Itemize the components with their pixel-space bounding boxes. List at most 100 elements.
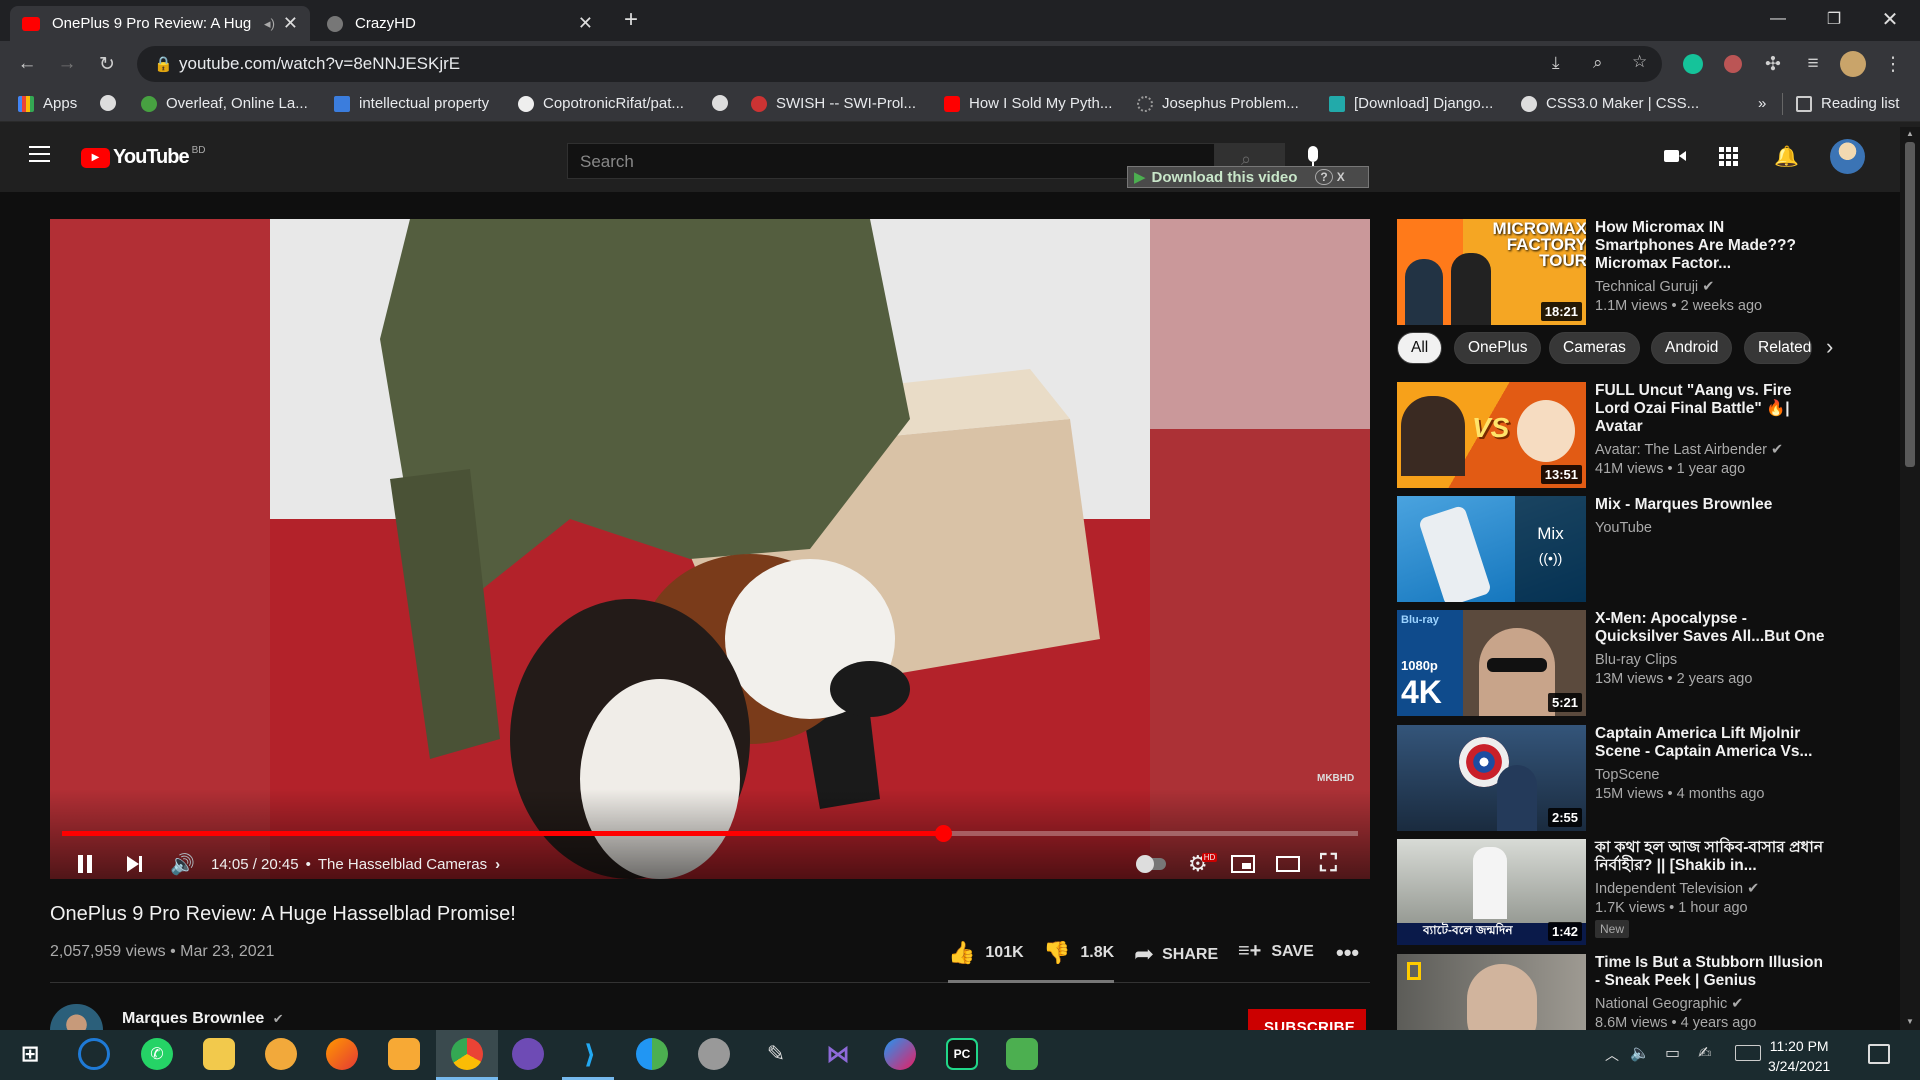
channel-avatar[interactable] (50, 1004, 103, 1030)
mix-playlist-item[interactable]: Mix ((•)) Mix - Marques Brownlee YouTube (1397, 496, 1827, 602)
firefox-icon[interactable] (326, 1038, 358, 1070)
app-icon[interactable] (1006, 1038, 1038, 1070)
system-clock[interactable]: 11:20 PM 3/24/2021 (1768, 1036, 1830, 1076)
channel-name[interactable]: Marques Brownlee ✔ (122, 1010, 284, 1028)
notifications-bell-icon[interactable]: 🔔 (1774, 144, 1799, 169)
chips-next-chevron-icon[interactable]: › (1826, 334, 1833, 360)
app-icon[interactable] (698, 1038, 730, 1070)
video-thumbnail[interactable]: ব্যাটে-বলে জন্মদিন 1:42 (1397, 839, 1586, 945)
chip-all[interactable]: All (1397, 332, 1443, 364)
page-scrollbar[interactable]: ▲ ▼ (1900, 127, 1920, 1030)
chrome-icon[interactable] (451, 1038, 483, 1070)
recommendation-item[interactable]: Time Is But a Stubborn Illusion - Sneak … (1397, 954, 1827, 1030)
reading-list-button[interactable]: Reading list (1796, 95, 1899, 112)
chip-oneplus[interactable]: OnePlus (1454, 332, 1542, 364)
close-tab-icon[interactable]: ✕ (283, 13, 298, 34)
channel-name[interactable]: YouTube (1595, 520, 1827, 536)
share-button[interactable]: ➦ SHARE (1134, 940, 1218, 969)
volume-icon[interactable]: 🔊 (170, 846, 195, 879)
channel-row[interactable]: Avatar: The Last Airbender ✔ (1595, 442, 1827, 458)
video-thumbnail[interactable]: Mix ((•)) (1397, 496, 1586, 602)
bookmark-globe[interactable] (100, 95, 125, 111)
close-tab-icon[interactable]: ✕ (578, 13, 593, 34)
search-input[interactable]: Search (567, 143, 1215, 179)
back-icon[interactable]: ← (14, 51, 40, 77)
bookmark-star-icon[interactable]: ☆ (1632, 52, 1647, 72)
video-thumbnail[interactable]: MICROMAX FACTORY TOUR 18:21 (1397, 219, 1586, 325)
video-title[interactable]: Mix - Marques Brownlee (1595, 496, 1827, 514)
bookmark-css[interactable]: CSS3.0 Maker | CSS... (1521, 95, 1699, 112)
bookmark-overleaf[interactable]: Overleaf, Online La... (141, 95, 308, 112)
visual-studio-icon[interactable]: ⋈ (822, 1038, 854, 1070)
account-avatar[interactable] (1830, 139, 1865, 174)
scroll-down-icon[interactable]: ▼ (1906, 1017, 1914, 1026)
windows-start-icon[interactable]: ⊞ (14, 1038, 46, 1070)
recommendation-item[interactable]: MICROMAX FACTORY TOUR 18:21 How Micromax… (1397, 219, 1827, 325)
channel-row[interactable]: Technical Guruji ✔ (1595, 279, 1827, 295)
scrollbar-thumb[interactable] (1905, 142, 1915, 467)
app-icon[interactable]: ✎ (760, 1038, 792, 1070)
settings-gear-icon[interactable]: ⚙ HD (1188, 846, 1218, 879)
extension-icon[interactable] (1724, 55, 1742, 73)
chrome-menu-icon[interactable]: ⋮ (1880, 51, 1906, 77)
restore-icon[interactable]: ❐ (1806, 0, 1862, 38)
extensions-puzzle-icon[interactable]: ✣ (1760, 51, 1786, 77)
bookmark-github[interactable]: CopotronicRifat/pat... (518, 95, 684, 112)
app-icon[interactable] (388, 1038, 420, 1070)
chapter-title[interactable]: The Hasselblad Cameras (318, 856, 487, 873)
audio-playing-icon[interactable]: ◂) (264, 16, 275, 32)
video-thumbnail[interactable]: 2:55 (1397, 725, 1586, 831)
whatsapp-icon[interactable]: ✆ (141, 1038, 173, 1070)
video-title[interactable]: How Micromax IN Smartphones Are Made??? … (1595, 219, 1827, 273)
bookmark-josephus[interactable]: Josephus Problem... (1137, 95, 1299, 112)
download-help-icon[interactable]: ? (1315, 169, 1333, 185)
bookmark-globe-2[interactable] (712, 95, 737, 111)
video-title[interactable]: কা কথা হল আজ সাকিব-বাসার প্রধান নির্বাহী… (1595, 839, 1827, 875)
close-window-icon[interactable]: ✕ (1862, 0, 1918, 38)
autoplay-toggle[interactable] (1136, 846, 1166, 879)
channel-name[interactable]: Blu-ray Clips (1595, 652, 1827, 668)
norton-icon[interactable] (265, 1038, 297, 1070)
show-hidden-icons-chevron-icon[interactable]: ︿ (1605, 1045, 1619, 1065)
dislike-button[interactable]: 👎 1.8K (1043, 940, 1114, 966)
chip-cameras[interactable]: Cameras (1549, 332, 1640, 364)
pause-button[interactable] (78, 846, 92, 879)
channel-name[interactable]: TopScene (1595, 767, 1827, 783)
github-desktop-icon[interactable] (512, 1038, 544, 1070)
bookmark-django[interactable]: [Download] Django... (1329, 95, 1493, 112)
apps-icon[interactable] (1719, 147, 1738, 166)
video-title[interactable]: Captain America Lift Mjolnir Scene - Cap… (1595, 725, 1827, 761)
recommendation-item[interactable]: Blu-ray 1080p 4K 5:21 X-Men: Apocalypse … (1397, 610, 1827, 716)
save-button[interactable]: ≡+ SAVE (1238, 940, 1314, 963)
bookmarks-overflow[interactable]: » (1758, 95, 1766, 112)
download-close-icon[interactable]: X (1337, 170, 1345, 184)
bookmark-apps[interactable]: Apps (18, 95, 77, 112)
fullscreen-icon[interactable]: ⛶ (1320, 846, 1337, 879)
notifications-center-icon[interactable] (1868, 1044, 1890, 1064)
tab-crazyhd[interactable]: CrazyHD ✕ (315, 6, 605, 41)
tab-onplus-review[interactable]: OnePlus 9 Pro Review: A Hug ◂) ✕ (10, 6, 310, 41)
create-video-icon[interactable] (1664, 147, 1688, 165)
chevron-right-icon[interactable]: › (495, 856, 500, 873)
vscode-icon[interactable]: ⟩ (574, 1038, 606, 1070)
keyboard-icon[interactable] (1735, 1045, 1761, 1061)
progress-bar[interactable] (62, 825, 1358, 842)
video-thumbnail[interactable]: VS 13:51 (1397, 382, 1586, 488)
grammarly-extension-icon[interactable] (1683, 54, 1703, 74)
bookmark-ip[interactable]: intellectual property (334, 95, 489, 112)
like-button[interactable]: 👍 101K (948, 940, 1024, 966)
forward-icon[interactable]: → (54, 51, 80, 77)
miniplayer-icon[interactable] (1231, 846, 1255, 879)
channel-row[interactable]: National Geographic ✔ (1595, 996, 1827, 1012)
next-button[interactable] (127, 846, 142, 879)
recommendation-item[interactable]: ব্যাটে-বলে জন্মদিন 1:42 কা কথা হল আজ সাক… (1397, 839, 1827, 945)
theater-mode-icon[interactable] (1276, 846, 1300, 879)
minimize-icon[interactable]: — (1750, 0, 1806, 38)
reload-icon[interactable]: ↻ (94, 51, 120, 77)
messenger-icon[interactable] (884, 1038, 916, 1070)
chip-related[interactable]: Related (1744, 332, 1812, 364)
cortana-icon[interactable] (78, 1038, 110, 1070)
address-bar[interactable]: 🔒 youtube.com/watch?v=8eNNJESKjrE ⤓ ⌕ ☆ (137, 46, 1662, 82)
video-title[interactable]: FULL Uncut "Aang vs. Fire Lord Ozai Fina… (1595, 382, 1827, 436)
media-control-icon[interactable]: ≡ (1800, 51, 1826, 77)
